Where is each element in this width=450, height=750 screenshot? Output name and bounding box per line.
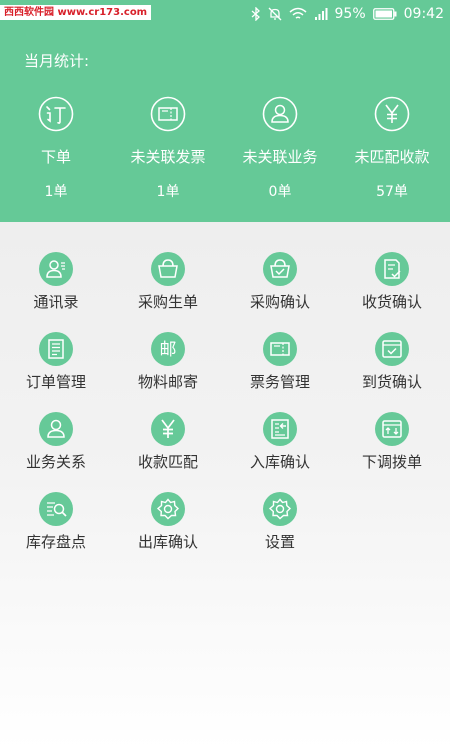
mail-char-icon: 邮 — [151, 332, 185, 366]
clock: 09:42 — [403, 6, 444, 22]
stat-label: 未关联发票 — [130, 148, 206, 166]
menu-receipt-confirm[interactable]: 收货确认 — [336, 252, 448, 312]
wifi-icon — [289, 7, 307, 19]
menu-purchase-confirm[interactable]: 采购确认 — [224, 252, 336, 312]
menu-label: 票务管理 — [249, 373, 310, 391]
menu-inventory-check[interactable]: 库存盘点 — [0, 492, 112, 552]
bluetooth-icon — [251, 7, 260, 21]
stat-value: 0单 — [268, 184, 292, 200]
menu-label: 业务关系 — [25, 453, 86, 471]
inventory-search-icon — [39, 492, 73, 526]
menu-label: 收货确认 — [361, 293, 422, 311]
yen-icon — [374, 96, 410, 132]
menu-payment-match[interactable]: 收款匹配 — [112, 412, 224, 472]
menu-arrival-confirm[interactable]: 到货确认 — [336, 332, 448, 392]
menu-label: 入库确认 — [249, 453, 310, 471]
stat-orders[interactable]: 下单 1单 — [0, 96, 112, 201]
transfer-icon — [375, 412, 409, 446]
basket-icon — [151, 252, 185, 286]
menu-purchase-create[interactable]: 采购生单 — [112, 252, 224, 312]
stat-label: 未匹配收款 — [354, 148, 430, 166]
menu-ticket-management[interactable]: 票务管理 — [224, 332, 336, 392]
menu-label: 采购确认 — [249, 293, 310, 311]
menu-label: 到货确认 — [361, 373, 422, 391]
menu-material-mail[interactable]: 邮 物料邮寄 — [112, 332, 224, 392]
stat-unmatched-payment[interactable]: 未匹配收款 57单 — [336, 96, 448, 201]
monthly-stats-title: 当月统计: — [24, 52, 90, 70]
person-icon — [262, 96, 298, 132]
stat-label: 未关联业务 — [242, 148, 318, 166]
gear-icon — [151, 492, 185, 526]
status-bar: 西西软件园 www.cr173.com 95% 09:42 — [0, 0, 450, 28]
warehouse-in-icon — [263, 412, 297, 446]
menu-transfer-order[interactable]: 下调拨单 — [336, 412, 448, 472]
receipt-check-icon — [375, 252, 409, 286]
menu-label: 下调拨单 — [361, 453, 422, 471]
menu-order-management[interactable]: 订单管理 — [0, 332, 112, 392]
menu-label: 收款匹配 — [137, 453, 198, 471]
menu-contacts[interactable]: 通讯录 — [0, 252, 112, 312]
menu-label: 通讯录 — [33, 293, 79, 311]
menu-label: 订单管理 — [25, 373, 86, 391]
stat-value: 57单 — [376, 184, 408, 200]
stat-label: 下单 — [40, 148, 71, 166]
stat-unlinked-invoice[interactable]: 未关联发票 1单 — [112, 96, 224, 201]
stat-unlinked-business[interactable]: 未关联业务 0单 — [224, 96, 336, 201]
ding-icon — [38, 96, 74, 132]
menu-label: 出库确认 — [137, 533, 198, 551]
svg-text:邮: 邮 — [160, 340, 177, 360]
menu-business-relations[interactable]: 业务关系 — [0, 412, 112, 472]
menu-label: 采购生单 — [137, 293, 198, 311]
gear-icon — [263, 492, 297, 526]
menu-stock-in-confirm[interactable]: 入库确认 — [224, 412, 336, 472]
order-list-icon — [39, 332, 73, 366]
delivery-check-icon — [375, 332, 409, 366]
menu-label: 库存盘点 — [25, 533, 86, 551]
battery-icon — [372, 8, 397, 20]
contacts-icon — [39, 252, 73, 286]
status-icons: 95% 09:42 — [251, 4, 444, 24]
stat-value: 1单 — [156, 184, 180, 200]
menu-stock-out-confirm[interactable]: 出库确认 — [112, 492, 224, 552]
yen-icon — [151, 412, 185, 446]
stat-value: 1单 — [44, 184, 68, 200]
basket-check-icon — [263, 252, 297, 286]
mute-icon — [268, 7, 281, 21]
signal-icon — [314, 8, 328, 20]
menu-settings[interactable]: 设置 — [224, 492, 336, 552]
person-icon — [39, 412, 73, 446]
watermark: 西西软件园 www.cr173.com — [0, 5, 152, 20]
header: 西西软件园 www.cr173.com 95% 09:42 当月统计: 下单 1… — [0, 0, 450, 222]
menu-label: 设置 — [264, 533, 295, 551]
ticket-icon — [263, 332, 297, 366]
menu-label: 物料邮寄 — [137, 373, 198, 391]
invoice-icon — [150, 96, 186, 132]
battery-percent: 95% — [334, 6, 366, 22]
